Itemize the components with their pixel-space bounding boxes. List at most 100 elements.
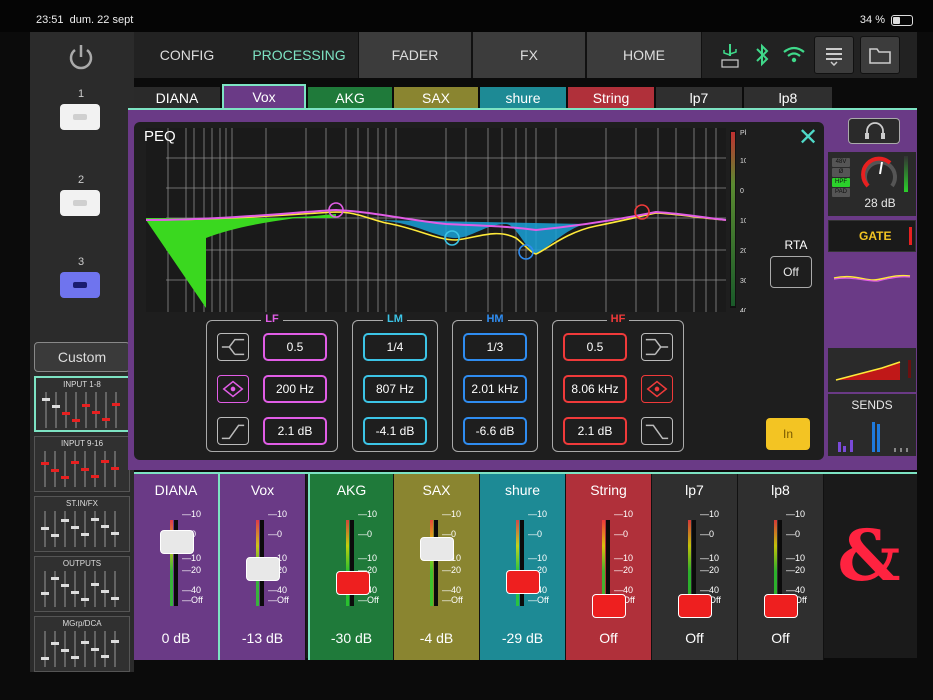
battery-icon [891,14,913,26]
fader-knob[interactable] [336,570,370,595]
fader-scale-label: —10 [786,509,806,519]
eq-band-lf: LF 0.5 200 Hz 2.1 dB [206,313,338,452]
scene-1[interactable]: 1 [60,88,102,130]
band-gain-button[interactable]: 2.1 dB [263,417,327,445]
bank-4[interactable]: OUTPUTS [34,556,130,612]
folder-icon [869,48,891,64]
headphone-button[interactable] [848,118,900,144]
fader-knob[interactable] [420,537,454,562]
fader-scale-label: —10 [528,553,548,563]
eq-in-button[interactable]: In [766,418,810,450]
bell-icon [646,380,668,398]
left-sidebar: 1 2 3 Custom INPUT 1-8 INPUT 9-16 ST.IN/FX OU… [30,32,134,672]
bank-1[interactable]: INPUT 1-8 [34,376,130,432]
top-nav: CONFIG PROCESSING FADER FX HOME [134,32,917,78]
eq-curve-icon [833,274,911,282]
band-freq-button[interactable]: 807 Hz [363,375,427,403]
fader-scale-label: —20 [442,565,462,575]
bank-3[interactable]: ST.IN/FX [34,496,130,552]
channel-tab-string[interactable]: String [568,87,654,110]
custom-button[interactable]: Custom [34,342,130,372]
preamp-badge[interactable]: HPF [832,178,850,187]
band-type-button[interactable] [641,333,673,361]
preamp-badge[interactable]: PAD [832,188,850,197]
menu-button[interactable] [814,36,854,74]
band-gain-button[interactable]: 2.1 dB [563,417,627,445]
eq-thumbnail[interactable] [828,256,916,304]
band-q-button[interactable]: 1/3 [463,333,527,361]
bank-5[interactable]: MGrp/DCA [34,616,130,672]
tab-fx[interactable]: FX [472,32,586,78]
highcut-icon [645,338,669,356]
bank-fader-icon [41,451,119,487]
band-type-button[interactable] [217,333,249,361]
channel-tab-diana[interactable]: DIANA [134,87,220,110]
scene-2[interactable]: 2 [60,174,102,216]
fader-knob[interactable] [506,569,540,594]
fader-scale-label: —10 [700,553,720,563]
tab-home[interactable]: HOME [586,32,702,78]
meter-scale-label: Pk [740,130,746,137]
bank-fader-icon [42,392,120,428]
scene-button[interactable] [60,190,100,216]
band-type-button[interactable] [217,375,249,403]
fader-knob[interactable] [764,594,798,618]
fader-knob[interactable] [246,557,280,582]
fader-track[interactable] [434,520,438,606]
channel-tab-lp7[interactable]: lp7 [656,87,742,110]
bank-2[interactable]: INPUT 9-16 [34,436,130,492]
fader-bank: DIANA—10—0—10—20—40—Off0 dBVox—10—0—10—2… [134,472,917,660]
band-q-button[interactable]: 0.5 [563,333,627,361]
preamp-widget[interactable]: 48V Ø HPF PAD 28 dB [828,152,916,216]
status-battery: 34 % [860,14,913,26]
fader-scale-label: —10 [182,553,202,563]
scene-button[interactable] [60,104,100,130]
band-q-button[interactable]: 1/4 [363,333,427,361]
scene-button[interactable] [60,272,100,298]
fader-knob[interactable] [592,594,626,618]
tab-fader[interactable]: FADER [358,32,472,78]
band-freq-button[interactable]: 8.06 kHz [563,375,627,403]
band-freq-button[interactable]: 2.01 kHz [463,375,527,403]
channel-strip-lp7: lp7—10—0—10—20—40—OffOff [652,474,738,660]
preamp-badge[interactable]: Ø [832,168,850,177]
channel-tab-shure[interactable]: shure [480,87,566,110]
channel-strip-sax: SAX—10—0—10—20—40—Off-4 dB [394,474,480,660]
power-icon[interactable] [66,42,96,72]
status-bar: 23:51 dum. 22 sept 34 % [0,0,933,32]
band-type-button[interactable] [641,417,673,445]
band-freq-button[interactable]: 200 Hz [263,375,327,403]
preamp-badge[interactable]: 48V [832,158,850,167]
folder-button[interactable] [860,36,900,74]
channel-tab-vox[interactable]: Vox [222,84,306,110]
fader-knob[interactable] [678,594,712,618]
usb-icon [721,44,739,68]
gate-label: GATE [859,229,892,243]
channel-strip-shure: shure—10—0—10—20—40—Off-29 dB [480,474,566,660]
fader-scale-label: —10 [358,509,378,519]
sends-widget[interactable]: SENDS [828,394,916,456]
band-gain-button[interactable]: -4.1 dB [363,417,427,445]
dynamics-widget[interactable] [828,348,916,392]
band-type-button[interactable] [641,375,673,403]
tab-config[interactable]: CONFIG [134,32,240,78]
band-q-button[interactable]: 0.5 [263,333,327,361]
bluetooth-icon [756,43,769,67]
channel-tab-lp8[interactable]: lp8 [744,87,832,110]
gate-widget[interactable]: GATE [828,220,916,252]
fader-scale-label: —Off [442,595,463,605]
fader-scale-label: —Off [268,595,289,605]
tab-processing[interactable]: PROCESSING [240,32,358,78]
band-gain-button[interactable]: -6.6 dB [463,417,527,445]
close-icon[interactable]: ✕ [798,126,818,150]
bell-icon [222,380,244,398]
eq-graph[interactable]: Pk 10 0 10 20 30 40 [146,128,746,312]
fader-knob[interactable] [160,530,194,555]
scene-3[interactable]: 3 [60,256,102,298]
channel-tab-akg[interactable]: AKG [308,87,392,110]
shelf-icon [645,424,669,440]
band-type-button[interactable] [217,417,249,445]
rta-button[interactable]: Off [770,256,812,288]
meter-scale-label: 40 [740,308,746,312]
channel-tab-sax[interactable]: SAX [394,87,478,110]
